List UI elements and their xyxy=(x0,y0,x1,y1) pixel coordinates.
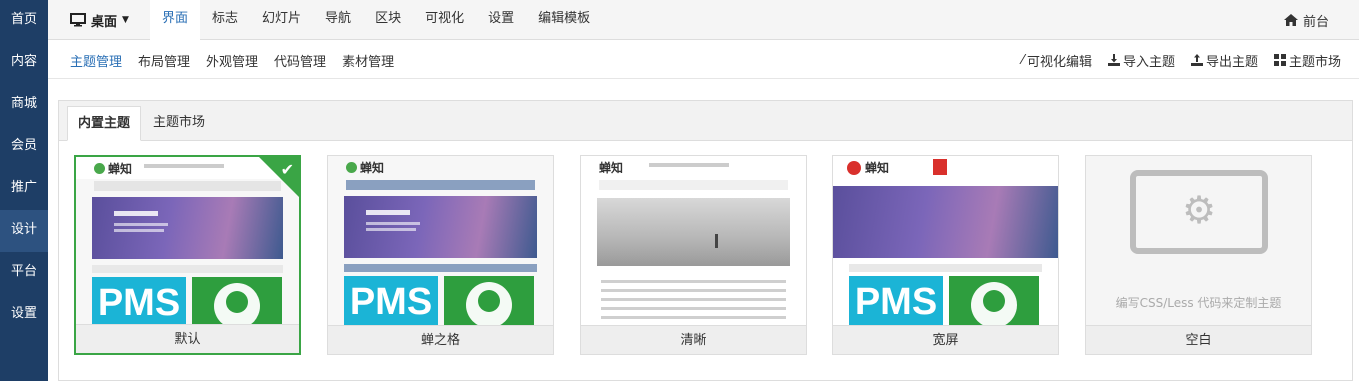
top-bar: 桌面 ▼ 界面 标志 幻灯片 导航 区块 可视化 设置 编辑模板 前台 xyxy=(48,0,1359,41)
preview-slogan xyxy=(933,159,947,175)
preview-banner xyxy=(597,198,790,266)
tab-blocks[interactable]: 区块 xyxy=(363,0,413,40)
theme-name: 宽屏 xyxy=(833,325,1058,354)
preview-logo: 蝉知 xyxy=(360,161,385,175)
preview-section-bar xyxy=(849,264,1042,272)
tab-logo[interactable]: 标志 xyxy=(200,0,250,40)
theme-preview: 蝉知 xyxy=(581,156,806,326)
preview-nav xyxy=(599,180,788,190)
nav-item-content[interactable]: 内容 xyxy=(0,42,48,84)
preview-header: 蝉知 xyxy=(833,156,1058,178)
theme-preview: 蝉知 PMS ✔ xyxy=(76,157,299,327)
nav-item-shop[interactable]: 商城 xyxy=(0,84,48,126)
theme-name: 蝉之格 xyxy=(328,325,553,354)
preview-users-tile xyxy=(949,276,1039,326)
sub-bar: 主题管理 布局管理 外观管理 代码管理 素材管理 ⁄ 可视化编辑 导入主题 导出… xyxy=(48,41,1359,79)
front-label: 前台 xyxy=(1302,14,1329,30)
nav-item-platform[interactable]: 平台 xyxy=(0,252,48,294)
preview-nav xyxy=(346,180,535,190)
subtab-appearance-manage[interactable]: 外观管理 xyxy=(206,51,258,70)
subtab-theme-manage[interactable]: 主题管理 xyxy=(70,51,122,70)
preview-banner xyxy=(344,196,537,258)
panel-tabs: 内置主题 主题市场 xyxy=(59,101,1352,141)
preview-nav xyxy=(94,181,281,191)
preview-logo: 蝉知 xyxy=(108,162,133,176)
export-theme-button[interactable]: 导出主题 xyxy=(1190,51,1258,70)
download-icon xyxy=(1107,54,1120,66)
theme-card-plaid[interactable]: 蝉知 PMS 蝉之格 xyxy=(327,155,554,355)
check-icon: ✔ xyxy=(280,160,294,179)
front-link[interactable]: 前台 xyxy=(1283,0,1329,40)
preview-banner xyxy=(92,197,283,259)
tab-navigation[interactable]: 导航 xyxy=(313,0,363,40)
theme-card-default[interactable]: 蝉知 PMS ✔ 默认 xyxy=(74,155,301,355)
preview-logo: 蝉知 xyxy=(599,161,624,175)
tab-builtin-themes[interactable]: 内置主题 xyxy=(67,106,142,141)
device-dropdown[interactable]: 桌面 ▼ xyxy=(70,0,129,40)
preview-header: 蝉知 xyxy=(328,156,553,178)
theme-card-blank[interactable]: ⚙ 编写CSS/Less 代码来定制主题 空白 xyxy=(1085,155,1312,355)
preview-pms-tile: PMS xyxy=(849,276,943,326)
tab-slideshow[interactable]: 幻灯片 xyxy=(250,0,313,40)
preview-text-lines xyxy=(601,274,786,325)
device-label: 桌面 xyxy=(91,14,118,30)
home-icon xyxy=(1283,14,1298,26)
monitor-icon xyxy=(70,13,86,27)
magic-wand-icon: ⁄ xyxy=(1021,52,1024,68)
preview-users-tile xyxy=(192,277,282,327)
preview-section-bar xyxy=(344,264,537,272)
logo-icon xyxy=(346,162,357,173)
preview-logo: 蝉知 xyxy=(865,161,890,175)
grid-icon xyxy=(1273,54,1286,66)
visual-edit-label: 可视化编辑 xyxy=(1026,54,1092,70)
visual-edit-button[interactable]: ⁄ 可视化编辑 xyxy=(1022,51,1092,70)
gear-icon: ⚙ xyxy=(1181,188,1217,232)
preview-pms-tile: PMS xyxy=(92,277,186,327)
nav-item-promotion[interactable]: 推广 xyxy=(0,168,48,210)
sub-actions: ⁄ 可视化编辑 导入主题 导出主题 主题市场 xyxy=(1022,41,1341,79)
theme-name: 空白 xyxy=(1086,325,1311,354)
subtab-layout-manage[interactable]: 布局管理 xyxy=(138,51,190,70)
upload-icon xyxy=(1190,54,1203,66)
nav-item-members[interactable]: 会员 xyxy=(0,126,48,168)
blank-hint: 编写CSS/Less 代码来定制主题 xyxy=(1115,296,1282,310)
tab-settings[interactable]: 设置 xyxy=(476,0,526,40)
sub-tabs: 主题管理 布局管理 外观管理 代码管理 素材管理 xyxy=(70,41,394,79)
import-theme-label: 导入主题 xyxy=(1122,54,1175,70)
tab-interface[interactable]: 界面 xyxy=(150,0,201,41)
theme-name: 清晰 xyxy=(581,325,806,354)
theme-card-wide[interactable]: 蝉知 PMS 宽屏 xyxy=(832,155,1059,355)
theme-card-clear[interactable]: 蝉知 清晰 xyxy=(580,155,807,355)
preview-header: 蝉知 xyxy=(581,156,806,178)
theme-preview: 蝉知 PMS xyxy=(833,156,1058,326)
caret-down-icon: ▼ xyxy=(122,15,129,25)
top-tabs: 界面 标志 幻灯片 导航 区块 可视化 设置 编辑模板 xyxy=(150,0,602,41)
left-nav: 首页 内容 商城 会员 推广 设计 平台 设置 xyxy=(0,0,48,381)
theme-panel: 内置主题 主题市场 蝉知 PMS ✔ 默认 蝉知 PMS 蝉之格 蝉知 清晰 蝉… xyxy=(58,100,1353,381)
tab-theme-market[interactable]: 主题市场 xyxy=(143,106,215,141)
theme-market-button[interactable]: 主题市场 xyxy=(1273,51,1341,70)
theme-name: 默认 xyxy=(76,324,299,353)
preview-banner xyxy=(833,186,1058,258)
tab-visual[interactable]: 可视化 xyxy=(413,0,476,40)
preview-pms-tile: PMS xyxy=(344,276,438,326)
theme-preview: 蝉知 PMS xyxy=(328,156,553,326)
theme-market-label: 主题市场 xyxy=(1288,54,1341,70)
export-theme-label: 导出主题 xyxy=(1205,54,1258,70)
subtab-code-manage[interactable]: 代码管理 xyxy=(274,51,326,70)
logo-icon xyxy=(94,163,105,174)
preview-users-tile xyxy=(444,276,534,326)
theme-preview: ⚙ 编写CSS/Less 代码来定制主题 xyxy=(1086,156,1311,326)
nav-item-home[interactable]: 首页 xyxy=(0,0,48,42)
nav-item-design[interactable]: 设计 xyxy=(0,210,48,252)
logo-icon xyxy=(847,161,861,175)
preview-slogan xyxy=(649,163,729,167)
import-theme-button[interactable]: 导入主题 xyxy=(1107,51,1175,70)
subtab-material-manage[interactable]: 素材管理 xyxy=(342,51,394,70)
tab-edit-template[interactable]: 编辑模板 xyxy=(526,0,602,40)
preview-section-bar xyxy=(92,265,283,273)
blank-frame: ⚙ xyxy=(1130,170,1268,254)
nav-item-settings[interactable]: 设置 xyxy=(0,294,48,336)
preview-slogan xyxy=(144,164,224,168)
